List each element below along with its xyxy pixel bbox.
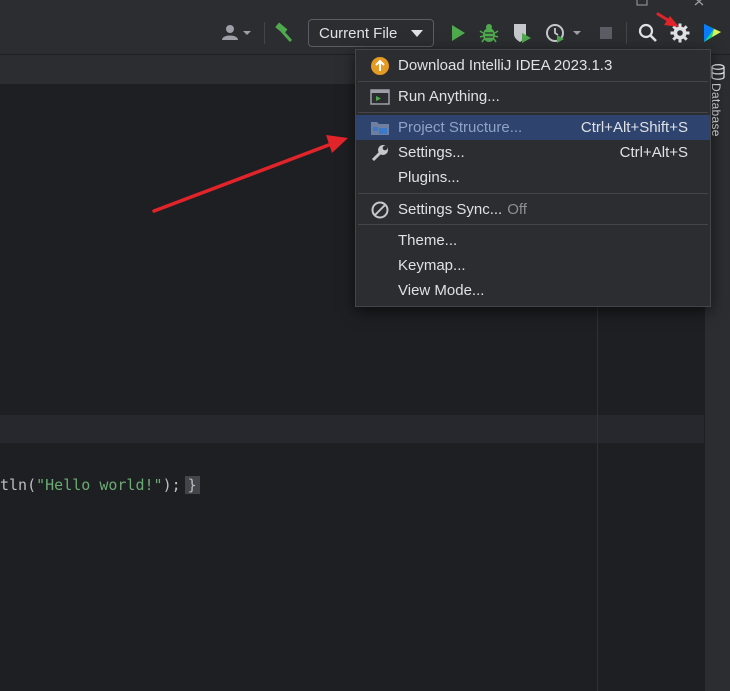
run-configuration-selector[interactable]: Current File [308,19,434,47]
menu-item-view-mode[interactable]: View Mode... [356,278,710,303]
menu-item-settings-sync[interactable]: Settings Sync... Off [356,197,710,222]
menu-item-run-anything[interactable]: Run Anything... [356,84,710,109]
menu-item-download-update[interactable]: Download IntelliJ IDEA 2023.1.3 [356,53,710,78]
shield-icon [514,24,531,43]
run-configuration-label: Current File [319,24,398,42]
menu-item-shortcut: Ctrl+Alt+S [619,144,688,161]
menu-separator [358,112,708,113]
vcs-user-menu-button[interactable] [219,22,255,44]
menu-item-status: Off [507,201,527,218]
stop-button[interactable] [596,22,616,44]
user-icon [222,25,251,40]
menu-separator [358,193,708,194]
search-icon [638,23,657,42]
build-button[interactable] [272,22,296,44]
update-available-icon [370,56,390,76]
run-button[interactable] [447,22,469,44]
menu-item-label: View Mode... [398,282,485,299]
project-structure-icon [370,118,390,138]
title-bar [0,0,730,12]
menu-separator [358,224,708,225]
code-string-literal: "Hello world!" [36,476,163,494]
settings-popup-menu: Download IntelliJ IDEA 2023.1.3 Run Anyt… [355,49,711,307]
code-punctuation: ); [162,476,181,494]
run-with-coverage-button[interactable] [510,22,534,44]
profiler-menu-button[interactable] [543,22,587,44]
menu-item-theme[interactable]: Theme... [356,228,710,253]
run-anything-icon [370,87,390,107]
chevron-down-icon [411,30,423,37]
database-tool-label[interactable]: Database [709,83,723,137]
sync-disabled-icon [370,200,390,220]
close-window-icon[interactable] [694,0,704,6]
menu-item-label: Run Anything... [398,88,500,105]
menu-item-label: Plugins... [398,169,460,186]
menu-item-label: Keymap... [398,257,466,274]
profiler-icon [546,24,581,43]
toolbox-logo-icon [704,24,721,42]
play-icon [452,25,465,41]
settings-button[interactable] [668,21,692,45]
menu-item-keymap[interactable]: Keymap... [356,253,710,278]
toolbox-app-button[interactable] [700,21,724,45]
gear-icon [670,23,690,43]
menu-item-plugins[interactable]: Plugins... [356,165,710,190]
menu-item-label-text: Settings Sync... [398,201,503,218]
code-method-fragment: tln( [0,476,37,494]
menu-separator [358,81,708,82]
hammer-icon [275,22,293,43]
code-closing-brace: } [184,476,200,494]
menu-item-label: Download IntelliJ IDEA 2023.1.3 [398,57,613,74]
stop-icon [600,27,612,39]
wrench-icon [370,143,390,163]
restore-window-icon[interactable] [636,0,648,6]
menu-item-label: Settings Sync... Off [398,201,527,218]
caret-row-highlight [0,415,704,443]
debug-button[interactable] [478,22,500,44]
menu-item-project-structure[interactable]: Project Structure... Ctrl+Alt+Shift+S [356,115,710,140]
menu-item-shortcut: Ctrl+Alt+Shift+S [580,119,688,136]
code-line: tln("Hello world!");} [0,473,200,497]
bug-icon [479,24,499,43]
database-icon [711,64,725,80]
menu-item-label: Settings... [398,144,465,161]
menu-item-label: Project Structure... [398,119,523,136]
window-controls [636,0,704,6]
menu-item-label: Theme... [398,232,458,249]
menu-item-settings[interactable]: Settings... Ctrl+Alt+S [356,140,710,165]
database-tool-button[interactable] [711,64,725,85]
search-everywhere-button[interactable] [636,22,660,44]
